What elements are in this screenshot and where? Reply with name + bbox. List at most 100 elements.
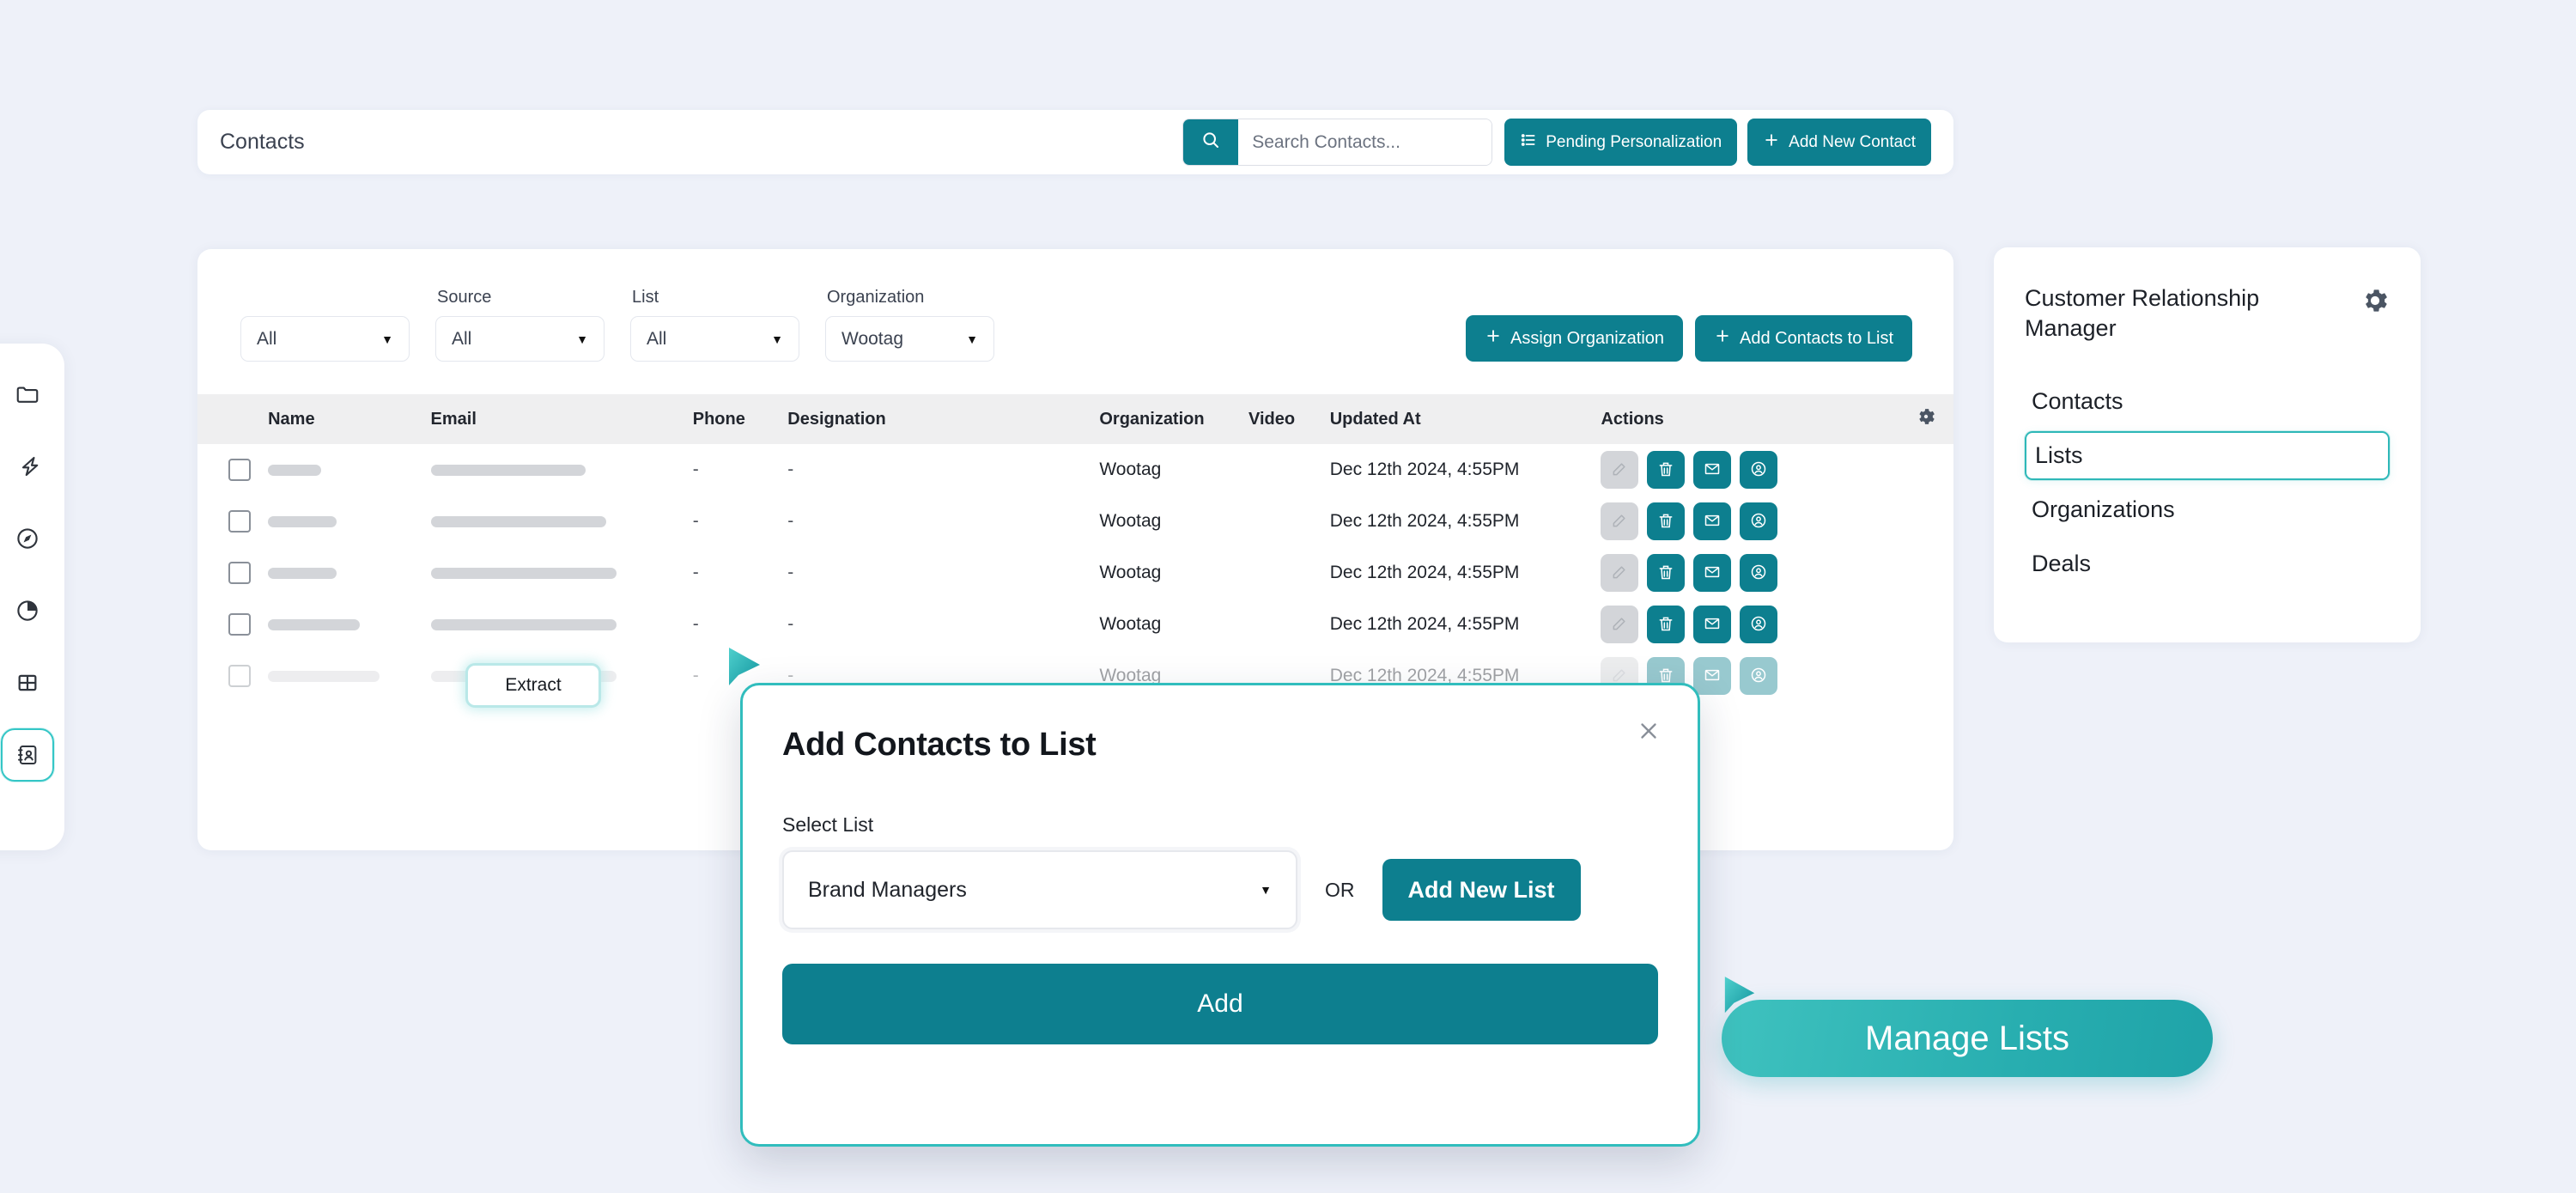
email-skeleton: [430, 618, 617, 630]
extract-button[interactable]: Extract: [468, 666, 598, 705]
column-email[interactable]: Email: [431, 394, 693, 444]
rail-item-dashboard[interactable]: [1, 656, 54, 709]
row-checkbox[interactable]: [228, 510, 251, 533]
list-select-value: Brand Managers: [808, 877, 967, 902]
modal-add-label: Add: [1197, 989, 1243, 1018]
contact-profile-button[interactable]: [1740, 657, 1778, 695]
cell-designation: -: [787, 614, 794, 634]
rail-item-files[interactable]: [1, 368, 54, 421]
search-button[interactable]: [1183, 119, 1239, 165]
row-actions: [1601, 451, 1953, 489]
email-contact-button[interactable]: [1693, 606, 1732, 643]
close-icon: [1636, 723, 1662, 747]
column-designation[interactable]: Designation: [787, 394, 1099, 444]
compass-icon: [15, 526, 40, 551]
contact-profile-button[interactable]: [1740, 502, 1778, 540]
cell-organization: Wootag: [1099, 614, 1162, 634]
chevron-down-icon: ▼: [1260, 883, 1272, 897]
edit-pencil-icon: [1611, 460, 1628, 480]
cell-phone: -: [692, 563, 699, 582]
crm-nav-item-organizations[interactable]: Organizations: [2025, 485, 2390, 534]
filter-select-organization[interactable]: Wootag ▼: [825, 316, 994, 362]
manage-lists-button[interactable]: Manage Lists: [1722, 1000, 2213, 1077]
filter-select-source[interactable]: All ▼: [435, 316, 605, 362]
row-checkbox[interactable]: [228, 562, 251, 584]
cell-organization: Wootag: [1099, 460, 1162, 479]
row-checkbox[interactable]: [228, 665, 251, 687]
table-row[interactable]: - - Wootag Dec 12th 2024, 4:55PM: [197, 444, 1953, 496]
column-video[interactable]: Video: [1249, 394, 1330, 444]
table-row[interactable]: - - Wootag Dec 12th 2024, 4:55PM: [197, 599, 1953, 650]
column-organization[interactable]: Organization: [1099, 394, 1249, 444]
modal-close-button[interactable]: [1636, 718, 1662, 748]
table-row[interactable]: - - Wootag Dec 12th 2024, 4:55PM: [197, 547, 1953, 599]
cell-phone: -: [692, 666, 699, 685]
add-new-list-button[interactable]: Add New List: [1382, 859, 1581, 921]
delete-contact-button[interactable]: [1647, 451, 1686, 489]
chevron-down-icon: ▼: [576, 332, 588, 346]
add-contacts-to-list-label: Add Contacts to List: [1740, 328, 1893, 348]
search-input[interactable]: [1238, 119, 1492, 165]
top-header-bar: Contacts Pending Personalization Add New: [197, 110, 1953, 174]
chevron-down-icon: ▼: [771, 332, 783, 346]
pending-personalization-button[interactable]: Pending Personalization: [1504, 119, 1738, 166]
delete-contact-button[interactable]: [1647, 554, 1686, 592]
crm-nav-item-contacts[interactable]: Contacts: [2025, 377, 2390, 426]
email-contact-button[interactable]: [1693, 657, 1732, 695]
filter-select-list[interactable]: All ▼: [630, 316, 799, 362]
email-contact-button[interactable]: [1693, 502, 1732, 540]
contact-profile-button[interactable]: [1740, 451, 1778, 489]
table-settings-button[interactable]: [1899, 394, 1953, 444]
filter-value-organization: Wootag: [841, 328, 903, 349]
column-updated-at[interactable]: Updated At: [1330, 394, 1601, 444]
rail-item-contacts[interactable]: [1, 728, 54, 782]
pie-chart-icon: [15, 598, 40, 624]
delete-contact-button[interactable]: [1647, 606, 1686, 643]
assign-organization-button[interactable]: Assign Organization: [1466, 315, 1684, 362]
crm-panel-header: Customer Relationship Manager: [2025, 283, 2390, 343]
filter-label-source: Source: [437, 288, 492, 307]
add-contacts-to-list-button[interactable]: Add Contacts to List: [1695, 315, 1912, 362]
rail-item-explore[interactable]: [1, 512, 54, 565]
crm-nav-label-lists: Lists: [2035, 442, 2083, 469]
filter-bar: All ▼ Source All ▼ List All ▼ Organizati…: [197, 249, 1953, 362]
email-contact-button[interactable]: [1693, 554, 1732, 592]
edit-contact-button: [1601, 554, 1639, 592]
table-header: Name Email Phone Designation Organizatio…: [197, 394, 1953, 444]
envelope-icon: [1704, 666, 1721, 686]
row-actions: [1601, 554, 1953, 592]
cell-updated-at: Dec 12th 2024, 4:55PM: [1329, 511, 1520, 531]
filter-action-buttons: Assign Organization Add Contacts to List: [1466, 315, 1912, 362]
cell-organization: Wootag: [1099, 563, 1162, 582]
row-checkbox[interactable]: [228, 613, 251, 636]
crm-nav-item-lists[interactable]: Lists: [2025, 431, 2390, 481]
cell-organization: Wootag: [1099, 511, 1162, 531]
list-select[interactable]: Brand Managers ▼: [782, 850, 1297, 929]
crm-settings-button[interactable]: [2360, 286, 2390, 320]
trash-icon: [1657, 512, 1674, 532]
rail-item-analytics[interactable]: [1, 584, 54, 637]
column-actions: Actions: [1601, 409, 1664, 429]
email-skeleton: [430, 567, 617, 579]
assign-organization-label: Assign Organization: [1510, 328, 1665, 348]
crm-nav-label-contacts: Contacts: [2032, 388, 2123, 415]
page-title: Contacts: [220, 130, 305, 154]
crm-nav-item-deals[interactable]: Deals: [2025, 539, 2390, 588]
row-checkbox[interactable]: [228, 459, 251, 481]
column-name[interactable]: Name: [268, 394, 430, 444]
name-skeleton: [268, 670, 380, 682]
delete-contact-button[interactable]: [1647, 502, 1686, 540]
column-phone[interactable]: Phone: [693, 394, 788, 444]
add-new-contact-button[interactable]: Add New Contact: [1747, 119, 1931, 166]
contact-profile-button[interactable]: [1740, 606, 1778, 643]
email-skeleton: [430, 464, 586, 476]
modal-add-button[interactable]: Add: [782, 964, 1658, 1044]
crm-panel: Customer Relationship Manager Contacts L…: [1994, 247, 2421, 642]
contact-profile-button[interactable]: [1740, 554, 1778, 592]
rail-item-automations[interactable]: [1, 440, 54, 493]
chevron-down-icon: ▼: [966, 332, 978, 346]
email-contact-button[interactable]: [1693, 451, 1732, 489]
table-row[interactable]: - - Wootag Dec 12th 2024, 4:55PM: [197, 496, 1953, 547]
filter-select-default[interactable]: All ▼: [240, 316, 410, 362]
envelope-icon: [1704, 563, 1721, 583]
